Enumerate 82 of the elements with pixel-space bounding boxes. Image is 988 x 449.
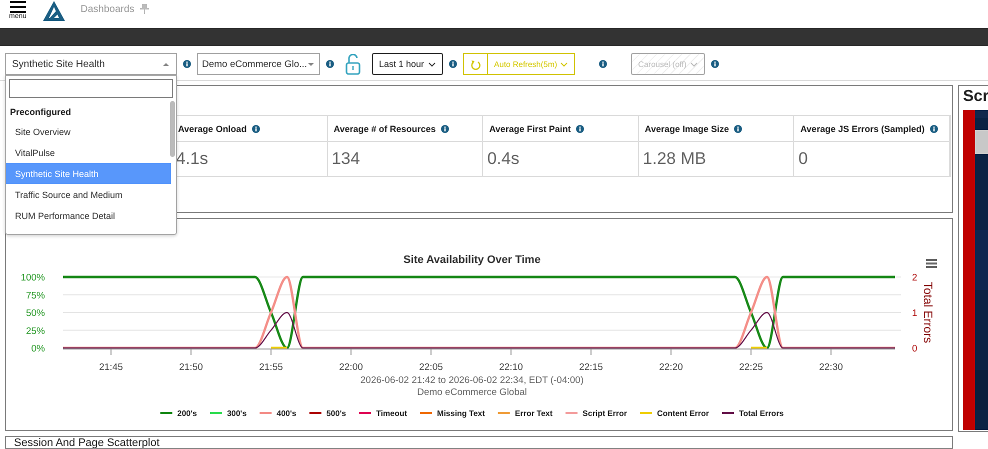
axis-label: 22:10 xyxy=(499,362,523,373)
legend-label: Timeout xyxy=(376,409,408,418)
axis-label: 75% xyxy=(26,290,45,302)
info-icon xyxy=(252,124,260,132)
legend-item[interactable]: 200's xyxy=(160,409,197,418)
axis-label: 22:00 xyxy=(339,362,363,373)
metric-label: Average JS Errors (Sampled) xyxy=(800,124,925,134)
scrollbar-thumb[interactable] xyxy=(170,101,175,157)
info-icon xyxy=(449,60,458,68)
axis-label: 22:20 xyxy=(659,362,683,373)
info-icon xyxy=(576,124,584,132)
info-icon xyxy=(930,124,938,132)
page-title: Dashboards xyxy=(80,4,134,15)
axis-label: 50% xyxy=(26,308,45,319)
axis-title: Total Errors xyxy=(921,282,935,344)
metric-value: 0 xyxy=(794,142,950,176)
legend-item[interactable]: Script Error xyxy=(566,409,627,418)
axis-label: 21:50 xyxy=(179,362,203,373)
axis-label: 0% xyxy=(31,344,45,354)
legend-item[interactable]: Error Text xyxy=(498,409,553,418)
legend-item[interactable]: 500's xyxy=(309,409,346,418)
chevron-icon xyxy=(560,60,568,68)
legend-label: Missing Text xyxy=(437,409,486,418)
legend-item[interactable]: 400's xyxy=(260,409,296,418)
dashboard-select[interactable]: Synthetic Site Health xyxy=(5,53,177,75)
metric-label: Average Image Size xyxy=(644,124,730,134)
axis-label: 22:25 xyxy=(739,362,763,373)
info-icon xyxy=(710,60,718,68)
axis-label: 100% xyxy=(20,272,45,284)
axis-label: 1 xyxy=(912,308,918,319)
site-select[interactable]: Demo eCommerce Glo... xyxy=(197,53,320,75)
axis-label: 21:55 xyxy=(259,362,283,373)
metric-label: Average First Paint xyxy=(489,124,571,134)
dropdown-item[interactable]: RUM Performance Detail xyxy=(6,205,171,226)
legend-label: Script Error xyxy=(582,409,627,418)
legend-label: 500's xyxy=(326,409,347,418)
legend-label: Content Error xyxy=(657,409,709,418)
axis-label: 22:15 xyxy=(579,362,603,373)
legend-label: 400's xyxy=(276,409,297,418)
info-icon xyxy=(440,124,449,132)
chart-title: Site Availability Over Time xyxy=(403,254,541,266)
time-range-button[interactable]: Last 1 hour xyxy=(372,53,444,75)
unlocked-icon[interactable] xyxy=(345,54,361,74)
chart-subtitle: Demo eCommerce Global xyxy=(417,387,527,398)
dropdown-item[interactable]: Traffic Source and Medium xyxy=(6,184,171,205)
logo-icon[interactable] xyxy=(42,1,65,21)
panel-title: Session And Page Scatterplot xyxy=(14,437,161,448)
axis-label: 22:05 xyxy=(419,362,443,373)
axis-label: 0 xyxy=(912,344,918,354)
axis-label: 21:45 xyxy=(99,362,123,373)
info-icon xyxy=(734,124,742,132)
dropdown-item[interactable]: Site Overview xyxy=(6,121,171,142)
legend-label: 200's xyxy=(177,409,198,418)
axis-label: 22:30 xyxy=(819,362,843,373)
dropdown-item[interactable]: VitalPulse xyxy=(6,142,171,163)
info-icon xyxy=(326,60,334,68)
legend-item[interactable]: 300's xyxy=(210,409,247,418)
legend-item[interactable]: Timeout xyxy=(359,409,408,418)
search-field[interactable] xyxy=(9,79,173,98)
refresh-icon xyxy=(470,58,482,70)
legend-label: Error Text xyxy=(514,409,553,418)
info-icon xyxy=(183,60,191,68)
axis-label: 25% xyxy=(26,326,45,337)
axis-label: 2 xyxy=(912,272,918,284)
metric-value: 1.28 MB xyxy=(638,142,794,176)
info-icon xyxy=(599,60,608,68)
metric-value: 0.4s xyxy=(483,142,639,176)
legend-item[interactable]: Content Error xyxy=(640,409,709,418)
caret-icon xyxy=(307,60,315,68)
chevron-icon xyxy=(428,60,436,68)
legend-item[interactable]: Missing Text xyxy=(420,409,485,418)
metric-label: Average # of Resources xyxy=(334,124,436,134)
metric-label: Average Onload xyxy=(178,124,247,134)
menu-icon[interactable] xyxy=(926,259,937,268)
metric-value: 134 xyxy=(328,142,484,176)
legend-item[interactable]: Total Errors xyxy=(722,409,784,418)
chevron-icon xyxy=(690,60,698,68)
pin-icon xyxy=(140,4,150,14)
group-header: Preconfigured xyxy=(9,106,72,119)
legend-label: Total Errors xyxy=(739,409,784,418)
legend-label: 300's xyxy=(226,409,248,418)
chart-subtitle: 2026-06-02 21:42 to 2026-06-02 22:34, EDT (-04:00) xyxy=(360,375,584,386)
